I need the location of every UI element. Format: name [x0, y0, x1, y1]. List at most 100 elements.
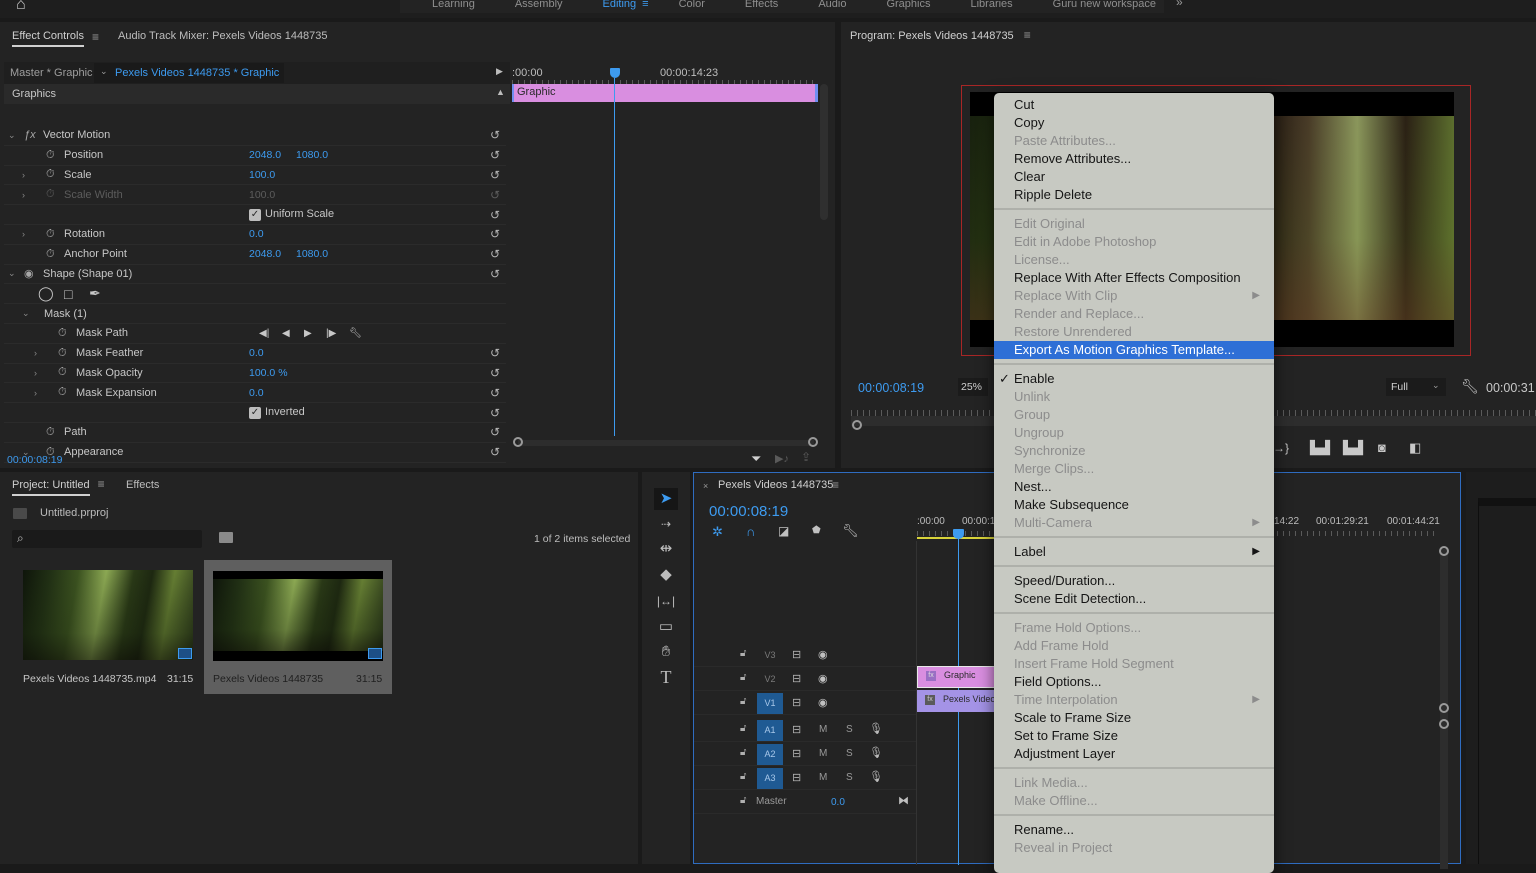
reset-icon[interactable]: ↺	[490, 188, 500, 202]
export-frame-camera-icon[interactable]: ◙	[1378, 440, 1386, 455]
rectangle-tool-icon[interactable]: ▭	[654, 616, 678, 638]
menu-item-reveal-in-project[interactable]: Reveal in Project	[994, 839, 1274, 857]
ripple-edit-tool-icon[interactable]: ⇹	[654, 538, 678, 560]
stopwatch-icon[interactable]: ⏱︎	[46, 228, 55, 241]
menu-item-ripple-delete[interactable]: Ripple Delete	[994, 186, 1274, 204]
menu-item-restore-unrendered[interactable]: Restore Unrendered	[994, 323, 1274, 341]
slip-tool-icon[interactable]: |↔|	[654, 590, 678, 612]
workspace-tab[interactable]: Effects	[725, 0, 798, 10]
checkbox-inverted[interactable]: ✓ Inverted	[249, 406, 305, 420]
scroll-handle-mid[interactable]	[1439, 703, 1449, 713]
microphone-icon[interactable]: 🎙︎	[869, 746, 883, 759]
tab-project[interactable]: Project: Untitled	[12, 479, 90, 496]
new-search-bin-icon[interactable]	[219, 532, 233, 543]
panel-menu-icon[interactable]: ≡	[1024, 28, 1031, 42]
project-item-card[interactable]: Pexels Videos 1448735.mp4 31:15	[13, 560, 201, 694]
solo-track-button[interactable]: S	[846, 748, 853, 759]
reset-icon[interactable]: ↺	[490, 445, 500, 459]
menu-item-scene-edit-detection[interactable]: Scene Edit Detection...	[994, 590, 1274, 608]
checkbox-uniform-scale[interactable]: ✓ Uniform Scale	[249, 208, 334, 222]
eye-visibility-icon[interactable]: ◉	[818, 696, 828, 709]
pen-tool-icon[interactable]: ✒	[89, 285, 101, 302]
property-value[interactable]: 2048.0	[249, 149, 281, 161]
menu-item-enable[interactable]: ✓ Enable	[994, 370, 1274, 388]
track-target-toggle[interactable]: V2	[757, 669, 783, 690]
nest-sequences-icon[interactable]: ✲	[712, 524, 723, 540]
project-search-field[interactable]: ⌕	[12, 530, 202, 548]
workspace-tab[interactable]: Graphics	[866, 0, 950, 10]
menu-item-frame-hold-options[interactable]: Frame Hold Options...	[994, 619, 1274, 637]
menu-item-speed-duration[interactable]: Speed/Duration...	[994, 572, 1274, 590]
property-value[interactable]: 100.0	[249, 169, 275, 181]
tab-audio-track-mixer[interactable]: Audio Track Mixer: Pexels Videos 1448735	[118, 30, 328, 42]
property-value-y[interactable]: 1080.0	[296, 149, 328, 161]
reset-icon[interactable]: ↺	[490, 267, 500, 281]
mute-track-button[interactable]: M	[819, 748, 827, 759]
vertical-scrollbar[interactable]	[820, 84, 828, 220]
eye-visibility-icon[interactable]: ◉	[818, 648, 828, 661]
snap-magnet-icon[interactable]: ∩	[746, 524, 755, 539]
lock-icon[interactable]: 🔓︎	[740, 771, 746, 782]
linked-selection-icon[interactable]: ◪	[778, 524, 789, 538]
collapse-up-icon[interactable]: ▲	[496, 87, 505, 97]
menu-item-export-as-motion-graphics-template[interactable]: Export As Motion Graphics Template...	[994, 341, 1274, 359]
selection-tool-icon[interactable]: ➤	[654, 488, 678, 510]
reset-icon[interactable]: ↺	[490, 406, 500, 420]
stopwatch-icon[interactable]: ⏱︎	[58, 327, 67, 340]
chevron-down-icon[interactable]: ⌄	[22, 308, 30, 319]
workspace-tab[interactable]: Assembly	[495, 0, 583, 10]
property-value[interactable]: 0.0	[249, 387, 264, 399]
menu-item-rename[interactable]: Rename...	[994, 821, 1274, 839]
workspace-tab[interactable]: Audio	[798, 0, 866, 10]
stopwatch-icon[interactable]: ⏱︎	[46, 426, 55, 439]
fx-icon[interactable]: ƒx	[24, 129, 36, 141]
track-backward-icon[interactable]: ◀	[282, 328, 290, 339]
play-audio-icon[interactable]: ▶♪	[775, 452, 789, 465]
menu-item-link-media[interactable]: Link Media...	[994, 774, 1274, 792]
chevron-right-icon[interactable]: ›	[22, 190, 25, 200]
project-item-card-selected[interactable]: Pexels Videos 1448735 31:15	[204, 560, 392, 694]
program-monitor-title[interactable]: Program: Pexels Videos 1448735	[850, 30, 1014, 42]
microphone-icon[interactable]: 🎙︎	[869, 722, 883, 735]
zoom-handle-left[interactable]	[513, 437, 523, 447]
scroll-handle-audio[interactable]	[1439, 719, 1449, 729]
zoom-scrollbar[interactable]	[518, 440, 814, 446]
clip-name[interactable]: Pexels Videos 1448735 * Graphic	[115, 67, 279, 79]
chevron-right-icon[interactable]: ›	[22, 229, 25, 239]
chevron-right-icon[interactable]: ›	[34, 348, 37, 358]
property-value-y[interactable]: 1080.0	[296, 248, 328, 260]
chevron-right-icon[interactable]: ›	[22, 170, 25, 180]
track-backward-one-icon[interactable]: ◀|	[259, 328, 269, 339]
program-current-time[interactable]: 00:00:08:19	[858, 381, 924, 395]
video-clip[interactable]: fx Pexels Videos	[917, 690, 1000, 712]
menu-item-replace-with-after-effects-composition[interactable]: Replace With After Effects Composition	[994, 269, 1274, 287]
menu-item-add-frame-hold[interactable]: Add Frame Hold	[994, 637, 1274, 655]
hand-tool-icon[interactable]: ✋︎	[654, 641, 678, 663]
menu-item-replace-with-clip[interactable]: Replace With Clip ▶	[994, 287, 1274, 305]
menu-item-make-offline[interactable]: Make Offline...	[994, 792, 1274, 810]
tab-effects[interactable]: Effects	[126, 479, 159, 491]
playhead-handle[interactable]	[610, 68, 620, 78]
track-target-toggle[interactable]: A3	[757, 768, 783, 789]
property-value[interactable]: 100.0 %	[249, 367, 288, 379]
menu-item-nest[interactable]: Nest...	[994, 478, 1274, 496]
reset-icon[interactable]: ↺	[490, 227, 500, 241]
menu-item-multi-camera[interactable]: Multi-Camera ▶	[994, 514, 1274, 532]
menu-item-unlink[interactable]: Unlink	[994, 388, 1274, 406]
rectangle-tool-icon[interactable]: □	[64, 286, 72, 302]
microphone-icon[interactable]: 🎙︎	[869, 770, 883, 783]
stopwatch-icon[interactable]: ⏱︎	[46, 149, 55, 162]
sync-lock-icon[interactable]: ⊟	[792, 696, 801, 709]
go-to-out-icon[interactable]: →}	[1273, 441, 1289, 455]
zoom-handle-right[interactable]	[808, 437, 818, 447]
stopwatch-icon[interactable]: ⏱︎	[46, 248, 55, 261]
sync-lock-icon[interactable]: ⊟	[792, 747, 801, 760]
graphic-clip[interactable]: fx Graphic	[917, 666, 997, 688]
show-timeline-arrow-icon[interactable]: ▶	[496, 66, 503, 77]
menu-item-group[interactable]: Group	[994, 406, 1274, 424]
property-value[interactable]: 0.0	[249, 347, 264, 359]
track-select-tool-icon[interactable]: ⇢	[654, 513, 678, 535]
home-icon[interactable]: ⌂	[16, 0, 36, 13]
panel-menu-icon[interactable]: ≡	[92, 30, 99, 44]
lock-icon[interactable]: 🔓︎	[740, 747, 746, 758]
